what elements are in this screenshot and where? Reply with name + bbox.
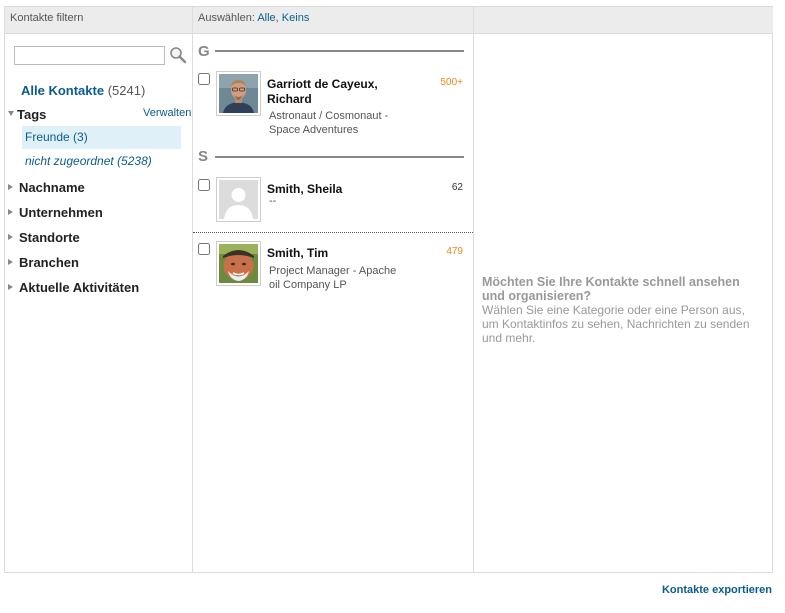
empty-state-heading: Möchten Sie Ihre Kontakte schnell ansehe…	[482, 275, 740, 303]
search-icon[interactable]	[169, 46, 187, 64]
export-contacts-link[interactable]: Kontakte exportieren	[662, 584, 772, 596]
section-label: Unternehmen	[19, 205, 103, 220]
select-all-link[interactable]: Alle	[257, 12, 275, 24]
contact-title: Project Manager - Apache oil Company LP	[269, 265, 397, 291]
all-contacts-count: (5241)	[107, 83, 146, 98]
section-label: Aktuelle Aktivitäten	[19, 280, 140, 295]
connection-count: 500+	[440, 77, 463, 88]
group-divider	[215, 50, 464, 52]
expanded-triangle-icon	[8, 111, 14, 117]
group-letter: S	[198, 148, 209, 165]
contact-checkbox[interactable]	[198, 73, 210, 85]
collapsed-triangle-icon	[8, 283, 13, 290]
select-header: Auswählen: Alle, Keins	[193, 7, 473, 34]
section-label: Nachname	[19, 180, 85, 195]
collapsed-triangle-icon	[8, 233, 13, 240]
man-outdoor-portrait-icon[interactable]	[216, 241, 261, 286]
group-letter: G	[198, 43, 210, 60]
connection-count: 62	[451, 182, 463, 193]
contact-name[interactable]: Garriott de Cayeux, Richard	[267, 77, 402, 107]
section-toggle-locations[interactable]: Standorte	[8, 230, 80, 245]
select-prefix: Auswählen:	[198, 12, 255, 24]
collapsed-triangle-icon	[8, 183, 13, 190]
default-avatar-icon[interactable]	[216, 177, 261, 222]
man-portrait-icon[interactable]	[216, 71, 261, 116]
manage-tags-link[interactable]: Verwalten	[143, 107, 191, 119]
contact-checkbox[interactable]	[198, 179, 210, 191]
filter-sidebar: Alle Kontakte (5241) Tags Verwalten Freu…	[5, 35, 192, 572]
empty-state-body: Wählen Sie eine Kategorie oder eine Pers…	[482, 303, 750, 345]
tags-section-label: Tags	[17, 107, 47, 122]
section-toggle-recent-activity[interactable]: Aktuelle Aktivitäten	[8, 280, 139, 295]
contact-list: G Garriott de Cayeux, Richard Astronaut …	[193, 35, 473, 572]
section-toggle-industries[interactable]: Branchen	[8, 255, 79, 270]
row-separator	[193, 232, 473, 233]
contact-title: Astronaut / Cosmonaut - Space Adventures	[269, 110, 389, 136]
tag-item-freunde[interactable]: Freunde (3)	[22, 126, 181, 149]
select-separator: ,	[275, 12, 279, 24]
filter-header: Kontakte filtern	[5, 7, 192, 34]
tag-item-unassigned[interactable]: nicht zugeordnet (5238)	[25, 154, 152, 168]
contacts-panel: Kontakte filtern Auswählen: Alle, Keins …	[4, 6, 773, 573]
section-toggle-lastname[interactable]: Nachname	[8, 180, 85, 195]
tags-section-toggle[interactable]: Tags	[8, 107, 46, 122]
group-divider	[215, 156, 464, 158]
contact-name[interactable]: Smith, Tim	[267, 246, 402, 261]
search-input[interactable]	[14, 46, 165, 65]
section-toggle-company[interactable]: Unternehmen	[8, 205, 103, 220]
filter-header-label: Kontakte filtern	[10, 12, 84, 24]
all-contacts-item[interactable]: Alle Kontakte (5241)	[21, 83, 145, 98]
collapsed-triangle-icon	[8, 258, 13, 265]
empty-state-message: Möchten Sie Ihre Kontakte schnell ansehe…	[482, 275, 762, 345]
connection-count: 479	[446, 246, 463, 257]
contact-detail-panel: Möchten Sie Ihre Kontakte schnell ansehe…	[474, 35, 773, 572]
collapsed-triangle-icon	[8, 208, 13, 215]
detail-header	[474, 7, 773, 34]
select-none-link[interactable]: Keins	[282, 12, 310, 24]
all-contacts-link[interactable]: Alle Kontakte	[21, 83, 104, 98]
section-label: Branchen	[19, 255, 79, 270]
contact-title: --	[269, 195, 277, 207]
section-label: Standorte	[19, 230, 80, 245]
contact-checkbox[interactable]	[198, 243, 210, 255]
